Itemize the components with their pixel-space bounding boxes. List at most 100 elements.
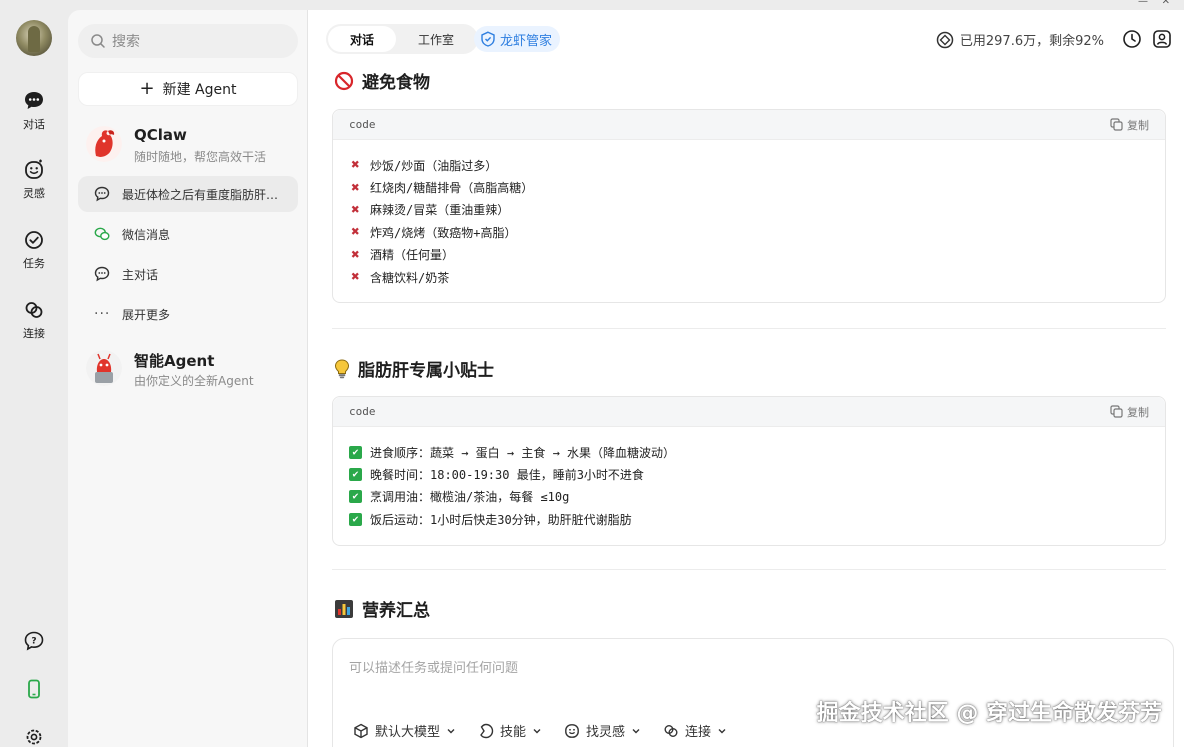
settings-button[interactable] <box>0 726 68 747</box>
light-bulb-icon <box>334 358 350 379</box>
cross-mark-icon: ✖ <box>351 157 360 174</box>
composer-toolbar: 默认大模型 技能 找灵感 连接 <box>353 721 749 740</box>
code-line-text: 晚餐时间：18:00-19:30 最佳，睡前3小时不进食 <box>370 468 644 483</box>
agent-name: 智能Agent <box>134 352 215 370</box>
skills-selector[interactable]: 技能 <box>478 721 542 740</box>
cross-mark-icon: ✖ <box>351 224 360 241</box>
minimize-icon[interactable]: — <box>1138 0 1148 7</box>
model-selector-label: 默认大模型 <box>375 725 441 740</box>
connect-selector-label: 连接 <box>685 725 712 740</box>
code-line: ✔ 晚餐时间：18:00-19:30 最佳，睡前3小时不进食 <box>349 463 1149 485</box>
shield-icon <box>481 31 495 47</box>
conversation-label: 主对话 <box>122 267 159 282</box>
main-panel: 对话 工作室 龙虾管家 已用297.6万，剩余92% 避免食物 code 复制 … <box>308 10 1184 747</box>
close-icon[interactable]: ✕ <box>1162 0 1170 7</box>
code-line: ✖ 炸鸡/烧烤（致癌物+高脂） <box>349 221 1149 243</box>
conversation-label: 展开更多 <box>122 307 171 322</box>
copy-label: 复制 <box>1127 118 1149 132</box>
code-line-text: 烹调用油：橄榄油/茶油，每餐 ≤10g <box>370 490 570 505</box>
code-block-header: code 复制 <box>333 110 1165 140</box>
cross-mark-icon: ✖ <box>351 201 360 218</box>
cross-mark-icon: ✖ <box>351 179 360 196</box>
code-line: ✖ 炒饭/炒面（油脂过多） <box>349 154 1149 176</box>
section-divider <box>332 569 1166 570</box>
chevron-down-icon <box>718 728 726 733</box>
rail-item-chat[interactable]: 对话 <box>0 90 68 132</box>
code-line: ✔ 进食顺序：蔬菜 → 蛋白 → 主食 → 水果（降血糖波动） <box>349 441 1149 463</box>
copy-icon <box>1110 405 1123 418</box>
code-line-text: 酒精（任何量） <box>370 248 455 263</box>
agent-subtitle: 由你定义的全新Agent <box>134 374 254 388</box>
code-block-avoid-foods: code 复制 ✖ 炒饭/炒面（油脂过多） ✖ 红烧肉/糖醋排骨（高脂高糖） ✖ 麻辣… <box>332 109 1166 304</box>
quota-text: 已用297.6万，剩余92% <box>959 34 1104 49</box>
section-title-text: 脂肪肝专属小贴士 <box>358 361 494 381</box>
code-lines: ✔ 进食顺序：蔬菜 → 蛋白 → 主食 → 水果（降血糖波动） ✔ 晚餐时间：18:… <box>333 427 1165 545</box>
rail-item-connect[interactable]: 连接 <box>0 299 68 341</box>
inspiration-selector[interactable]: 找灵感 <box>564 721 641 740</box>
section-divider <box>332 328 1166 329</box>
connect-selector[interactable]: 连接 <box>663 721 727 740</box>
agent-qclaw[interactable]: QClaw 随时随地，帮您高效干活 <box>86 124 296 168</box>
smile-icon <box>25 159 43 179</box>
bar-chart-icon <box>334 599 354 619</box>
message-composer[interactable]: 可以描述任务或提问任何问题 默认大模型 技能 找灵感 连接 <box>332 638 1174 747</box>
search-input[interactable]: 搜索 <box>78 24 298 58</box>
skills-selector-label: 技能 <box>500 725 527 740</box>
window-top-strip: — ✕ <box>0 0 1184 10</box>
expand-more-button[interactable]: ··· 展开更多 <box>78 296 298 332</box>
profile-icon[interactable] <box>1152 29 1172 49</box>
check-circle-icon <box>25 231 43 249</box>
code-line-text: 炸鸡/烧烤（致癌物+高脂） <box>370 225 517 240</box>
help-icon: ? <box>24 631 44 651</box>
wechat-icon <box>94 227 110 241</box>
phone-icon <box>28 679 40 699</box>
conversation-item-wechat[interactable]: 微信消息 <box>78 216 298 252</box>
chat-bubble-icon <box>25 92 43 109</box>
conversation-item-main[interactable]: 主对话 <box>78 256 298 292</box>
code-line: ✔ 烹调用油：橄榄油/茶油，每餐 ≤10g <box>349 486 1149 508</box>
conversation-item-fatty-liver[interactable]: 最近体检之后有重度脂肪肝… <box>78 176 298 212</box>
code-line-text: 进食顺序：蔬菜 → 蛋白 → 主食 → 水果（降血糖波动） <box>370 445 676 460</box>
lobster-steward-label: 龙虾管家 <box>500 33 553 49</box>
user-avatar[interactable] <box>16 20 52 56</box>
composer-placeholder: 可以描述任务或提问任何问题 <box>349 661 519 676</box>
plus-icon: + <box>139 78 155 99</box>
code-block-header: code 复制 <box>333 397 1165 427</box>
rail-item-tasks[interactable]: 任务 <box>0 229 68 271</box>
skill-icon <box>480 723 494 738</box>
agent-name: QClaw <box>134 126 187 144</box>
new-agent-button[interactable]: + 新建 Agent <box>78 72 298 106</box>
code-block-tips: code 复制 ✔ 进食顺序：蔬菜 → 蛋白 → 主食 → 水果（降血糖波动） ✔… <box>332 396 1166 546</box>
left-rail: 对话 灵感 任务 连接 ? <box>0 10 68 747</box>
conversation-label: 最近体检之后有重度脂肪肝… <box>122 187 279 202</box>
new-agent-label: 新建 Agent <box>162 82 237 98</box>
tab-chat[interactable]: 对话 <box>328 26 397 52</box>
history-icon[interactable] <box>1122 29 1142 49</box>
code-line: ✖ 酒精（任何量） <box>349 244 1149 266</box>
cross-mark-icon: ✖ <box>351 246 360 263</box>
model-selector[interactable]: 默认大模型 <box>353 721 456 740</box>
code-line-text: 含糖饮料/奶茶 <box>370 270 450 285</box>
agent-smart[interactable]: 智能Agent 由你定义的全新Agent <box>86 348 296 392</box>
check-mark-icon: ✔ <box>349 445 362 459</box>
copy-button[interactable]: 复制 <box>1110 404 1149 420</box>
check-mark-icon: ✔ <box>349 468 362 482</box>
tab-studio[interactable]: 工作室 <box>396 26 476 52</box>
lobster-steward-button[interactable]: 龙虾管家 <box>474 26 561 52</box>
quota-indicator[interactable]: 已用297.6万，剩余92% <box>936 30 1104 49</box>
copy-button[interactable]: 复制 <box>1110 117 1149 133</box>
phone-button[interactable] <box>0 678 68 700</box>
code-language: code <box>349 118 376 131</box>
no-entry-icon <box>334 71 354 91</box>
rail-item-inspiration[interactable]: 灵感 <box>0 159 68 201</box>
chat-bubble-icon <box>94 186 110 202</box>
rail-item-label: 对话 <box>23 118 45 131</box>
cross-mark-icon: ✖ <box>351 269 360 286</box>
smart-agent-avatar <box>86 350 122 386</box>
section-title-avoid-foods: 避免食物 <box>334 68 430 93</box>
search-icon <box>91 34 105 48</box>
code-line-text: 饭后运动：1小时后快走30分钟，助肝脏代谢脂肪 <box>370 512 632 527</box>
help-button[interactable]: ? <box>0 630 68 652</box>
rail-item-label: 灵感 <box>23 187 45 200</box>
section-title-tips: 脂肪肝专属小贴士 <box>334 356 494 381</box>
